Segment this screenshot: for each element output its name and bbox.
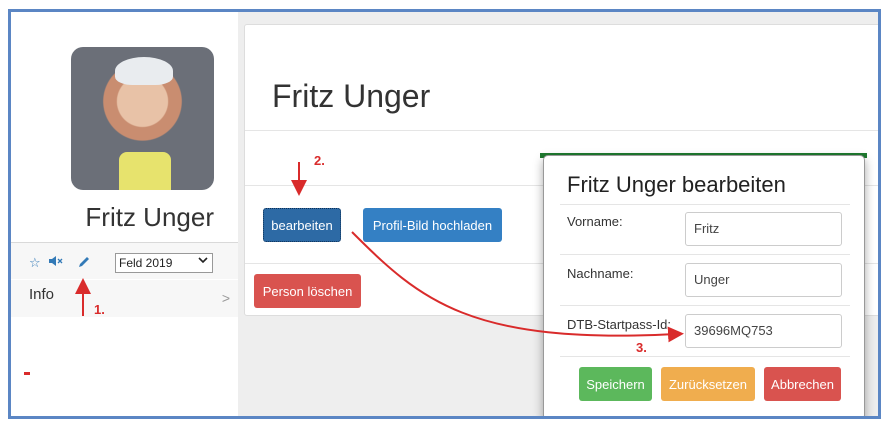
first-name-field[interactable]: Fritz — [685, 212, 842, 246]
profile-name: Fritz Unger — [85, 202, 214, 232]
reset-button[interactable]: Zurücksetzen — [661, 367, 755, 401]
edit-button[interactable]: bearbeiten — [263, 208, 341, 242]
season-select[interactable]: Feld 2019 — [115, 253, 213, 273]
divider — [245, 130, 878, 131]
divider — [560, 305, 850, 306]
dtb-startpass-id-field[interactable]: 39696MQ753 — [685, 314, 842, 348]
profile-photo — [71, 47, 214, 190]
annotation-dot — [24, 372, 30, 375]
cancel-button[interactable]: Abbrechen — [764, 367, 841, 401]
dtb-startpass-id-label: DTB-Startpass-Id: — [567, 317, 672, 332]
edit-person-modal: Fritz Unger bearbeiten Vorname: Fritz Na… — [543, 155, 865, 416]
step-1-label: 1. — [94, 302, 105, 317]
season-select-value: Feld 2019 — [119, 256, 173, 270]
last-name-field[interactable]: Unger — [685, 263, 842, 297]
modal-title: Fritz Unger bearbeiten — [567, 172, 786, 197]
info-section-toggle[interactable]: Info > — [11, 280, 238, 317]
info-label: Info — [29, 286, 55, 303]
chevron-right-icon: > — [221, 290, 230, 306]
last-name-label: Nachname: — [567, 266, 634, 281]
pencil-icon[interactable] — [77, 255, 91, 272]
star-icon[interactable]: ☆ — [29, 255, 41, 271]
divider — [560, 254, 850, 255]
first-name-label: Vorname: — [567, 214, 623, 229]
screenshot-frame: Fritz Unger ☆ Feld 2019 Info > Fritz Ung… — [8, 9, 881, 419]
profile-toolbar: ☆ Feld 2019 — [11, 242, 238, 279]
divider — [560, 204, 850, 205]
page-title: Fritz Unger — [272, 78, 431, 114]
mute-icon[interactable] — [49, 255, 63, 270]
profile-sidebar: Fritz Unger ☆ Feld 2019 Info > — [11, 12, 238, 317]
upload-profile-picture-button[interactable]: Profil-Bild hochladen — [363, 208, 502, 242]
save-button[interactable]: Speichern — [579, 367, 652, 401]
step-3-label: 3. — [636, 340, 647, 355]
divider — [560, 356, 850, 357]
delete-person-button[interactable]: Person löschen — [254, 274, 361, 308]
chevron-down-icon — [197, 253, 209, 271]
step-2-label: 2. — [314, 153, 325, 168]
